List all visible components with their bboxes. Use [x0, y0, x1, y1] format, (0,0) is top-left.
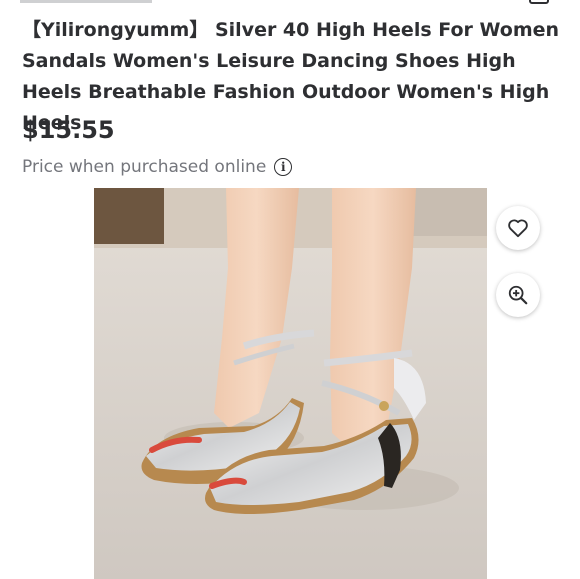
price-note-label: Price when purchased online	[22, 157, 267, 177]
zoom-in-icon	[508, 285, 528, 305]
heart-icon	[508, 219, 528, 238]
product-photo	[94, 188, 487, 579]
product-price: $15.55	[22, 116, 115, 144]
favorite-button[interactable]	[496, 206, 540, 250]
cart-icon[interactable]	[529, 0, 549, 4]
product-image[interactable]	[94, 188, 487, 579]
info-icon[interactable]: i	[274, 158, 293, 176]
top-divider	[20, 0, 152, 3]
zoom-button[interactable]	[496, 273, 540, 317]
price-note: Price when purchased online i	[22, 157, 293, 177]
